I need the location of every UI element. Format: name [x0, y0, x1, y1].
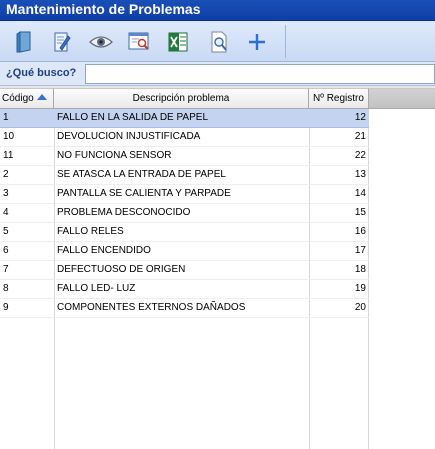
table-row[interactable]: 3 PANTALLA SE CALIENTA Y PARPADE 14 [0, 185, 369, 204]
cell-registro: 18 [354, 264, 366, 275]
cell-descripcion: FALLO ENCENDIDO [57, 245, 151, 256]
cell-descripcion: COMPONENTES EXTERNOS DAÑADOS [57, 302, 246, 313]
cell-codigo: 8 [3, 283, 9, 294]
column-header-codigo-label: Código [2, 93, 34, 104]
cell-descripcion: SE ATASCA LA ENTRADA DE PAPEL [57, 169, 226, 180]
table-row[interactable]: 4 PROBLEMA DESCONOCIDO 15 [0, 204, 369, 223]
table-row[interactable]: 7 DEFECTUOSO DE ORIGEN 18 [0, 261, 369, 280]
cell-codigo: 5 [3, 226, 9, 237]
cell-registro: 15 [354, 207, 366, 218]
view-eye-icon[interactable] [88, 29, 114, 55]
edit-document-icon[interactable] [48, 29, 74, 55]
cell-descripcion: FALLO EN LA SALIDA DE PAPEL [57, 112, 209, 123]
search-input[interactable] [85, 64, 435, 84]
cell-descripcion: NO FUNCIONA SENSOR [57, 150, 172, 161]
column-header-codigo[interactable]: Código [0, 88, 54, 109]
cell-registro: 22 [354, 150, 366, 161]
table-row[interactable]: 11 NO FUNCIONA SENSOR 22 [0, 147, 369, 166]
search-document-icon[interactable] [206, 29, 232, 55]
cell-codigo: 11 [3, 150, 14, 161]
cell-codigo: 9 [3, 302, 9, 313]
cell-descripcion: PROBLEMA DESCONOCIDO [57, 207, 191, 218]
table-row[interactable]: 2 SE ATASCA LA ENTRADA DE PAPEL 13 [0, 166, 369, 185]
cell-registro: 14 [354, 188, 366, 199]
cell-registro: 20 [354, 302, 366, 313]
excel-export-icon[interactable] [165, 29, 191, 55]
cell-codigo: 10 [3, 131, 15, 142]
cell-descripcion: PANTALLA SE CALIENTA Y PARPADE [57, 188, 231, 199]
toolbar [0, 21, 435, 62]
search-label: ¿Qué busco? [6, 67, 77, 79]
window-title: Mantenimiento de Problemas [0, 0, 435, 21]
cell-registro: 13 [354, 169, 366, 180]
cell-registro: 17 [354, 245, 366, 256]
table-row[interactable]: 8 FALLO LED- LUZ 19 [0, 280, 369, 299]
column-header-descripcion[interactable]: Descripción problema [54, 88, 309, 109]
column-header-registro[interactable]: Nº Registro [309, 88, 369, 109]
cell-codigo: 4 [3, 207, 9, 218]
grid-filler [369, 109, 435, 449]
preview-icon[interactable] [126, 29, 152, 55]
table-row[interactable]: 1 FALLO EN LA SALIDA DE PAPEL 12 [0, 109, 369, 128]
cell-descripcion: FALLO RELES [57, 226, 124, 237]
cell-descripcion: FALLO LED- LUZ [57, 283, 136, 294]
add-plus-icon[interactable] [244, 29, 270, 55]
table-row[interactable]: 9 COMPONENTES EXTERNOS DAÑADOS 20 [0, 299, 369, 318]
cell-registro: 16 [354, 226, 366, 237]
table-row[interactable]: 6 FALLO ENCENDIDO 17 [0, 242, 369, 261]
cell-codigo: 1 [3, 112, 9, 123]
cell-registro: 19 [354, 283, 366, 294]
cell-codigo: 7 [3, 264, 9, 275]
cell-descripcion: DEVOLUCION INJUSTIFICADA [57, 131, 201, 142]
new-document-icon[interactable] [12, 29, 38, 55]
cell-registro: 12 [354, 112, 366, 123]
table-row[interactable]: 10 DEVOLUCION INJUSTIFICADA 21 [0, 128, 369, 147]
cell-codigo: 6 [3, 245, 9, 256]
cell-codigo: 3 [3, 188, 9, 199]
column-header-filler [369, 88, 435, 109]
cell-registro: 21 [354, 131, 366, 142]
search-bar: ¿Qué busco? [0, 62, 435, 86]
sort-ascending-icon [36, 94, 47, 100]
cell-descripcion: DEFECTUOSO DE ORIGEN [57, 264, 186, 275]
cell-codigo: 2 [3, 169, 9, 180]
toolbar-separator [285, 25, 286, 58]
table-row[interactable]: 5 FALLO RELES 16 [0, 223, 369, 242]
